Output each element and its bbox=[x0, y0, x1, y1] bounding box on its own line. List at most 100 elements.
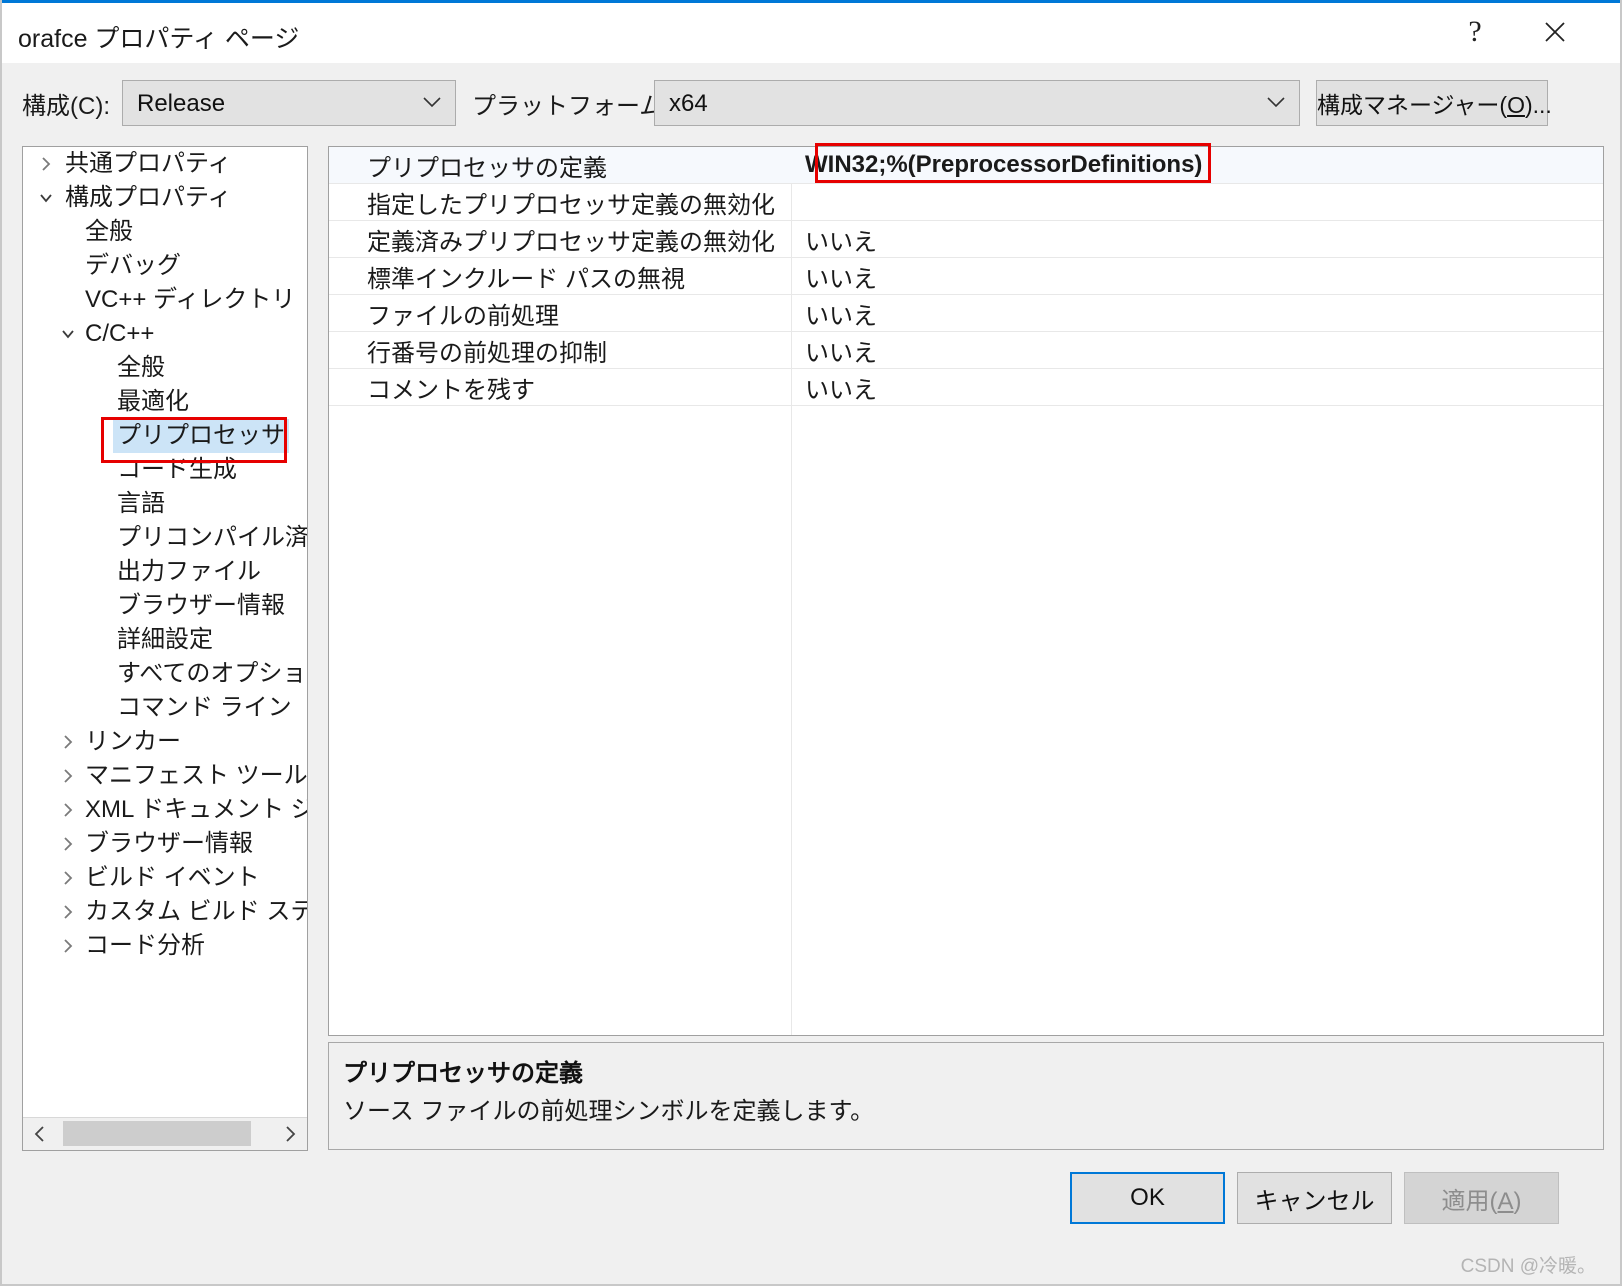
apply-accel: A bbox=[1497, 1187, 1514, 1215]
property-name: 行番号の前処理の抑制 bbox=[367, 339, 607, 367]
config-manager-prefix: 構成マネージャー( bbox=[1317, 92, 1508, 118]
tree-item-label: 言語 bbox=[117, 490, 165, 517]
property-row[interactable]: 定義済みプリプロセッサ定義の無効化 いいえ bbox=[329, 221, 1603, 258]
tree-item[interactable]: デバッグ bbox=[23, 249, 307, 283]
window-title: orafce プロパティ ページ bbox=[18, 25, 300, 53]
tree-item[interactable]: VC++ ディレクトリ bbox=[23, 283, 307, 317]
tree-item[interactable]: ブラウザー情報 bbox=[23, 589, 307, 623]
configuration-manager-button[interactable]: 構成マネージャー(O)... bbox=[1316, 80, 1552, 126]
property-grid[interactable]: プリプロセッサの定義 WIN32;%(PreprocessorDefinition… bbox=[328, 146, 1604, 1036]
close-button[interactable] bbox=[1522, 3, 1588, 60]
scrollbar-thumb[interactable] bbox=[63, 1121, 251, 1146]
tree-item[interactable]: 構成プロパティ bbox=[23, 181, 307, 215]
tree-item[interactable]: 最適化 bbox=[23, 385, 307, 419]
tree-item[interactable]: XML ドキュメント ジェネl bbox=[23, 793, 307, 827]
tree-item-label: C/C++ bbox=[85, 320, 155, 347]
tree-item-label: 最適化 bbox=[117, 388, 189, 415]
question-mark-icon: ? bbox=[1468, 14, 1482, 48]
property-value[interactable]: いいえ bbox=[791, 370, 1603, 405]
tree-item-label: ビルド イベント bbox=[85, 864, 260, 891]
property-value[interactable]: いいえ bbox=[791, 259, 1603, 294]
tree-item[interactable]: C/C++ bbox=[23, 317, 307, 351]
tree-item-label: XML ドキュメント ジェネl bbox=[85, 796, 307, 823]
tree-item-label: コード生成 bbox=[117, 456, 237, 483]
property-name: 指定したプリプロセッサ定義の無効化 bbox=[367, 191, 775, 219]
configuration-dropdown[interactable]: Release bbox=[122, 80, 456, 126]
tree-item-label: デバッグ bbox=[85, 252, 181, 279]
property-name: コメントを残す bbox=[367, 376, 535, 404]
tree-item[interactable]: マニフェスト ツール bbox=[23, 759, 307, 793]
tree-item-label: すべてのオプション bbox=[117, 660, 307, 687]
tree-item[interactable]: 全般 bbox=[23, 351, 307, 385]
tree-item-label: 構成プロパティ bbox=[65, 184, 232, 211]
tree-item[interactable]: ブラウザー情報 bbox=[23, 827, 307, 861]
apply-button[interactable]: 適用(A) bbox=[1404, 1172, 1559, 1224]
tree-item-label: 詳細設定 bbox=[117, 626, 213, 653]
tree-item-label: ブラウザー情報 bbox=[117, 592, 285, 619]
ok-button[interactable]: OK bbox=[1070, 1172, 1225, 1224]
property-value[interactable]: いいえ bbox=[791, 222, 1603, 257]
configuration-toolbar: 構成(C): Release プラットフォーム(P): x64 構成マネージャー… bbox=[2, 60, 1620, 146]
watermark: CSDN @冷暖。 bbox=[1460, 1256, 1596, 1277]
tree-item[interactable]: 全般 bbox=[23, 215, 307, 249]
tree-item-label: マニフェスト ツール bbox=[85, 762, 307, 789]
tree-item[interactable]: プリコンパイル済みヘ bbox=[23, 521, 307, 555]
chevron-down-icon bbox=[423, 97, 441, 108]
apply-suffix: ) bbox=[1513, 1187, 1522, 1215]
tree-item[interactable]: 出力ファイル bbox=[23, 555, 307, 589]
tree-item-label: VC++ ディレクトリ bbox=[85, 286, 296, 313]
tree-item-label: 全般 bbox=[85, 218, 133, 245]
property-value[interactable]: いいえ bbox=[791, 296, 1603, 331]
help-button[interactable]: ? bbox=[1442, 3, 1508, 60]
property-rows: プリプロセッサの定義 WIN32;%(PreprocessorDefinition… bbox=[329, 147, 1603, 406]
tree-item[interactable]: カスタム ビルド ステップ bbox=[23, 895, 307, 929]
scroll-left-button[interactable] bbox=[23, 1118, 57, 1149]
property-name: 標準インクルード パスの無視 bbox=[367, 265, 685, 293]
tree-item[interactable]: 共通プロパティ bbox=[23, 147, 307, 181]
configuration-label-text: 構成(C): bbox=[22, 93, 110, 120]
tree-item[interactable]: プリプロセッサ bbox=[23, 419, 307, 453]
tree-item[interactable]: ビルド イベント bbox=[23, 861, 307, 895]
platform-value: x64 bbox=[669, 90, 708, 117]
tree-item[interactable]: コード分析 bbox=[23, 929, 307, 963]
property-tree-panel: 共通プロパティ 構成プロパティ 全般 デバッグ VC++ ディレクトリ C/C++ 全般 最適… bbox=[22, 146, 308, 1151]
title-bar: orafce プロパティ ページ ? bbox=[2, 0, 1620, 63]
apply-prefix: 適用( bbox=[1441, 1187, 1498, 1215]
property-row[interactable]: ファイルの前処理 いいえ bbox=[329, 295, 1603, 332]
close-icon bbox=[1545, 21, 1565, 42]
property-value[interactable]: WIN32;%(PreprocessorDefinitions) bbox=[791, 151, 1603, 179]
property-name: ファイルの前処理 bbox=[367, 302, 559, 330]
chevron-right-icon bbox=[286, 1125, 296, 1142]
config-manager-suffix: )... bbox=[1524, 92, 1552, 118]
property-name: 定義済みプリプロセッサ定義の無効化 bbox=[367, 228, 775, 256]
tree-item[interactable]: すべてのオプション bbox=[23, 657, 307, 691]
description-title: プリプロセッサの定義 bbox=[343, 1060, 583, 1087]
property-row[interactable]: コメントを残す いいえ bbox=[329, 369, 1603, 406]
property-row[interactable]: 行番号の前処理の抑制 いいえ bbox=[329, 332, 1603, 369]
property-row[interactable]: プリプロセッサの定義 WIN32;%(PreprocessorDefinition… bbox=[329, 147, 1603, 184]
tree-item[interactable]: 言語 bbox=[23, 487, 307, 521]
tree-item-label: 出力ファイル bbox=[117, 558, 261, 585]
tree-item-label: プリプロセッサ bbox=[113, 419, 289, 453]
scroll-right-button[interactable] bbox=[273, 1118, 307, 1149]
tree-item-label: 全般 bbox=[117, 354, 165, 381]
cancel-button[interactable]: キャンセル bbox=[1237, 1172, 1392, 1224]
tree-item-label: リンカー bbox=[85, 728, 181, 755]
tree-item[interactable]: コード生成 bbox=[23, 453, 307, 487]
config-manager-accel: O bbox=[1507, 92, 1525, 118]
tree-item-label: プリコンパイル済みヘ bbox=[117, 524, 307, 551]
property-tree[interactable]: 共通プロパティ 構成プロパティ 全般 デバッグ VC++ ディレクトリ C/C++ 全般 最適… bbox=[23, 147, 307, 1118]
tree-item[interactable]: リンカー bbox=[23, 725, 307, 759]
property-row[interactable]: 標準インクルード パスの無視 いいえ bbox=[329, 258, 1603, 295]
tree-item[interactable]: コマンド ライン bbox=[23, 691, 307, 725]
platform-dropdown[interactable]: x64 bbox=[654, 80, 1300, 126]
property-value[interactable]: いいえ bbox=[791, 333, 1603, 368]
tree-item-label: 共通プロパティ bbox=[65, 150, 232, 177]
property-pages-dialog: orafce プロパティ ページ ? 構成(C): Release プラットフォ… bbox=[0, 0, 1622, 1286]
tree-item-label: コード分析 bbox=[85, 932, 205, 959]
description-pane: プリプロセッサの定義 ソース ファイルの前処理シンボルを定義します。 bbox=[328, 1042, 1604, 1150]
chevron-right-icon[interactable] bbox=[57, 929, 79, 973]
property-row[interactable]: 指定したプリプロセッサ定義の無効化 bbox=[329, 184, 1603, 221]
tree-item[interactable]: 詳細設定 bbox=[23, 623, 307, 657]
tree-horizontal-scrollbar[interactable] bbox=[23, 1117, 307, 1150]
